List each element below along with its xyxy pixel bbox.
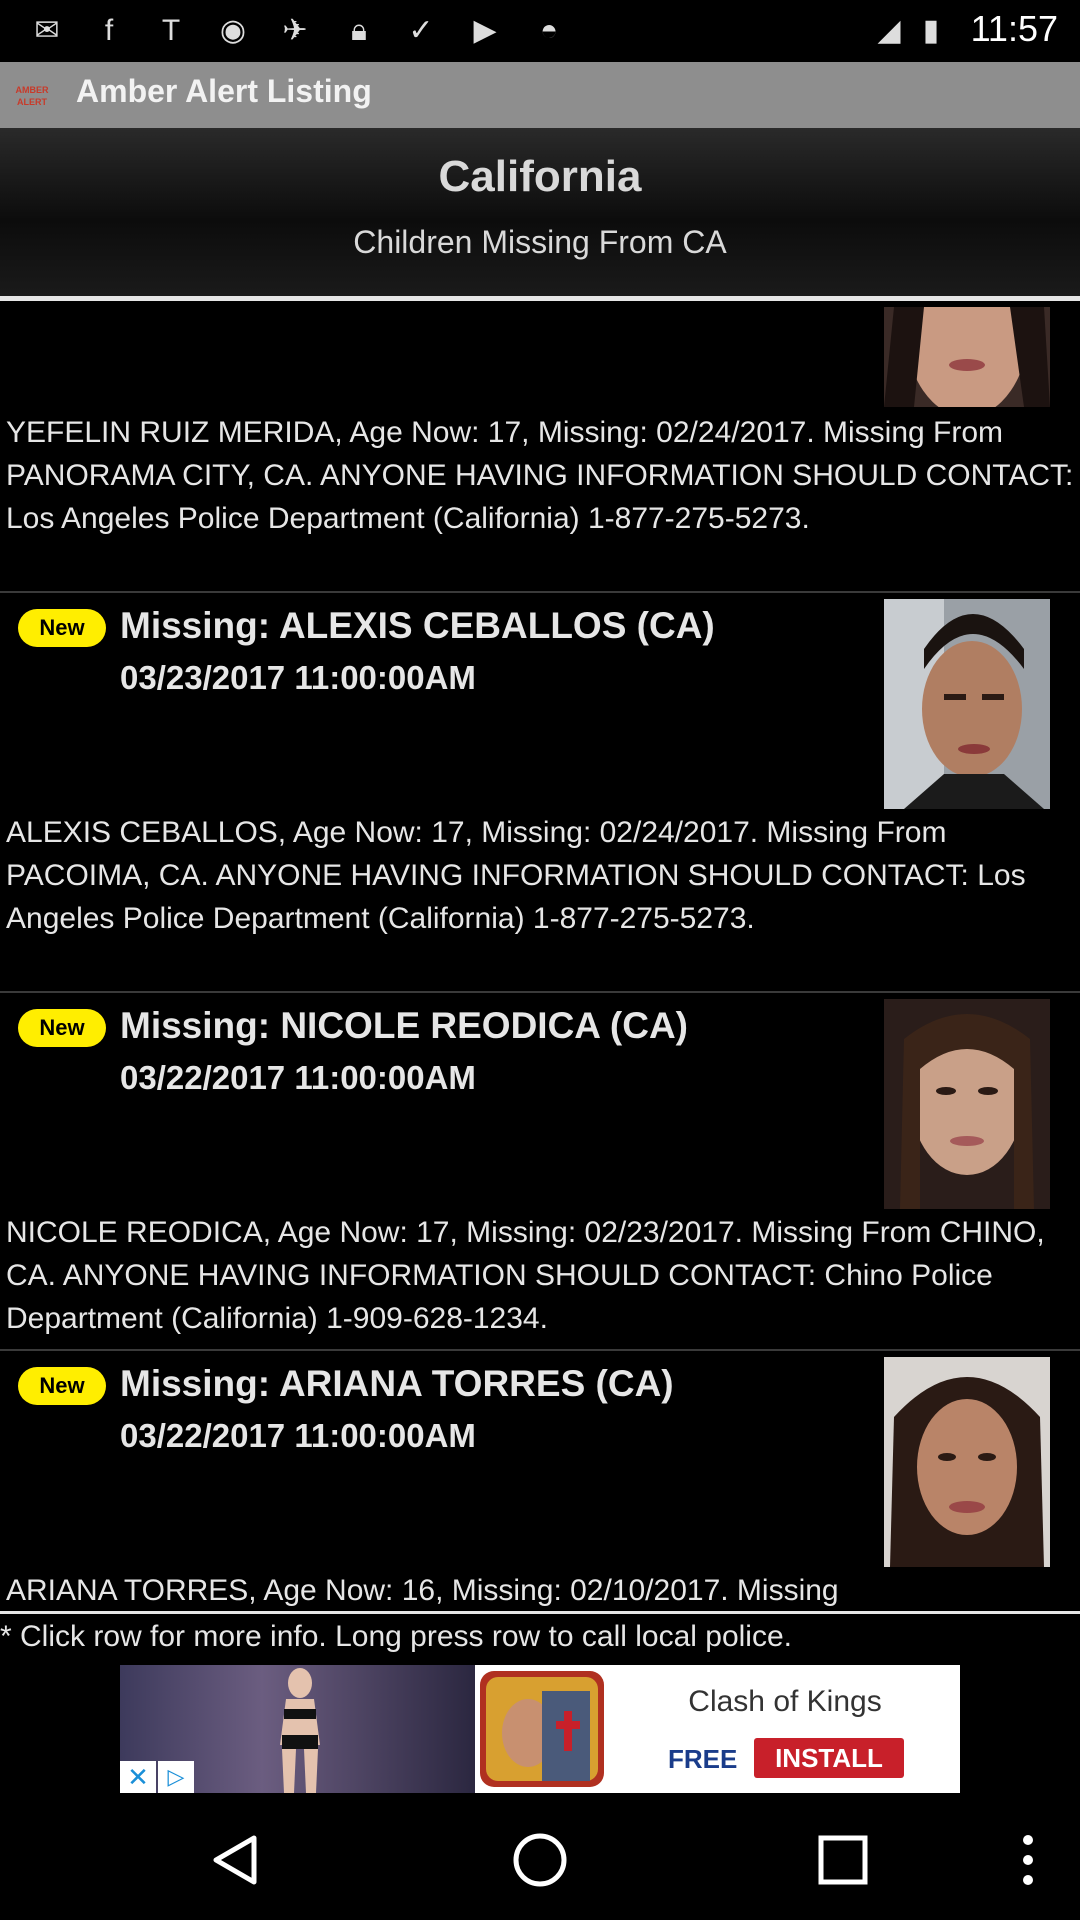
recents-square-icon	[818, 1835, 868, 1885]
adchoices-icon[interactable]: ▷	[158, 1761, 194, 1793]
back-button[interactable]	[202, 1830, 272, 1890]
app-logo[interactable]: AMBER ALERT	[12, 84, 52, 108]
inbox-icon: ✓	[408, 14, 434, 47]
overflow-menu-button[interactable]	[1000, 1830, 1050, 1890]
child-photo	[884, 999, 1050, 1209]
list-item[interactable]: New Missing: NICOLE REODICA (CA) 03/22/2…	[0, 993, 1080, 1349]
fake-gps-icon: ✈	[282, 14, 308, 47]
child-photo	[884, 1357, 1050, 1567]
listing-description: YEFELIN RUIZ MERIDA, Age Now: 17, Missin…	[6, 416, 1074, 535]
navigation-bar	[0, 1800, 1080, 1920]
app-title: Amber Alert Listing	[76, 73, 372, 109]
ad-free-label: FREE	[668, 1744, 738, 1774]
more-vertical-icon	[1023, 1835, 1033, 1885]
ad-game-title: Clash of Kings	[688, 1685, 882, 1718]
listing-description: ARIANA TORRES, Age Now: 16, Missing: 02/…	[6, 1574, 839, 1607]
footer-divider	[0, 1611, 1080, 1614]
back-triangle-icon	[213, 1835, 257, 1885]
listing-title: Missing: NICOLE REODICA (CA)	[120, 1005, 689, 1046]
install-button[interactable]: INSTALL	[754, 1738, 904, 1778]
battery-icon: ▮	[922, 14, 940, 47]
status-time: 11:57	[970, 8, 1058, 49]
sync-icon: ◉	[219, 14, 247, 47]
list-item[interactable]: New Missing: ARIANA TORRES (CA) 03/22/20…	[0, 1351, 1080, 1611]
listing-date: 03/22/2017 11:00:00AM	[120, 1059, 476, 1096]
child-photo	[884, 307, 1050, 407]
home-button[interactable]	[505, 1830, 575, 1890]
lock-icon: 🔒︎	[351, 14, 367, 47]
region-header: California Children Missing From CA	[0, 128, 1080, 296]
app-title-bar: AMBER ALERT Amber Alert Listing	[0, 62, 1080, 128]
game-icon	[480, 1671, 604, 1787]
listing-description: ALEXIS CEBALLOS, Age Now: 17, Missing: 0…	[6, 816, 1026, 935]
new-badge: New	[18, 1367, 106, 1405]
missing-children-list[interactable]: YEFELIN RUIZ MERIDA, Age Now: 17, Missin…	[0, 301, 1080, 1611]
recents-button[interactable]	[808, 1830, 878, 1890]
listing-title: Missing: ARIANA TORRES (CA)	[120, 1363, 674, 1404]
new-badge: New	[18, 1009, 106, 1047]
region-title: California	[438, 152, 642, 201]
list-item[interactable]: New Missing: ALEXIS CEBALLOS (CA) 03/23/…	[0, 593, 1080, 991]
ad-banner[interactable]: Clash of Kings FREE INSTALL ✕ ▷	[120, 1665, 960, 1793]
close-icon[interactable]: ✕	[120, 1761, 156, 1793]
listing-description: NICOLE REODICA, Age Now: 17, Missing: 02…	[6, 1216, 1045, 1335]
region-subtitle: Children Missing From CA	[353, 224, 727, 260]
facebook-icon: f	[104, 14, 114, 47]
text-icon: T	[161, 14, 181, 47]
listing-title: Missing: ALEXIS CEBALLOS (CA)	[120, 605, 715, 646]
listing-date: 03/22/2017 11:00:00AM	[120, 1417, 476, 1454]
briefcase-icon: ▶	[473, 14, 497, 47]
android-icon: ◓	[539, 14, 559, 47]
signal-icon: ◢	[877, 14, 901, 47]
status-bar: ✉ f T ◉ ✈ 🔒︎ ✓ ▶ ◓ ◢ ▮ 11:57	[0, 0, 1080, 62]
home-circle-icon	[513, 1833, 567, 1887]
listing-date: 03/23/2017 11:00:00AM	[120, 659, 476, 696]
footer-note: * Click row for more info. Long press ro…	[0, 1620, 792, 1653]
new-badge: New	[18, 609, 106, 647]
list-item[interactable]: YEFELIN RUIZ MERIDA, Age Now: 17, Missin…	[0, 301, 1080, 591]
child-photo	[884, 599, 1050, 809]
mail-icon: ✉	[34, 14, 60, 47]
